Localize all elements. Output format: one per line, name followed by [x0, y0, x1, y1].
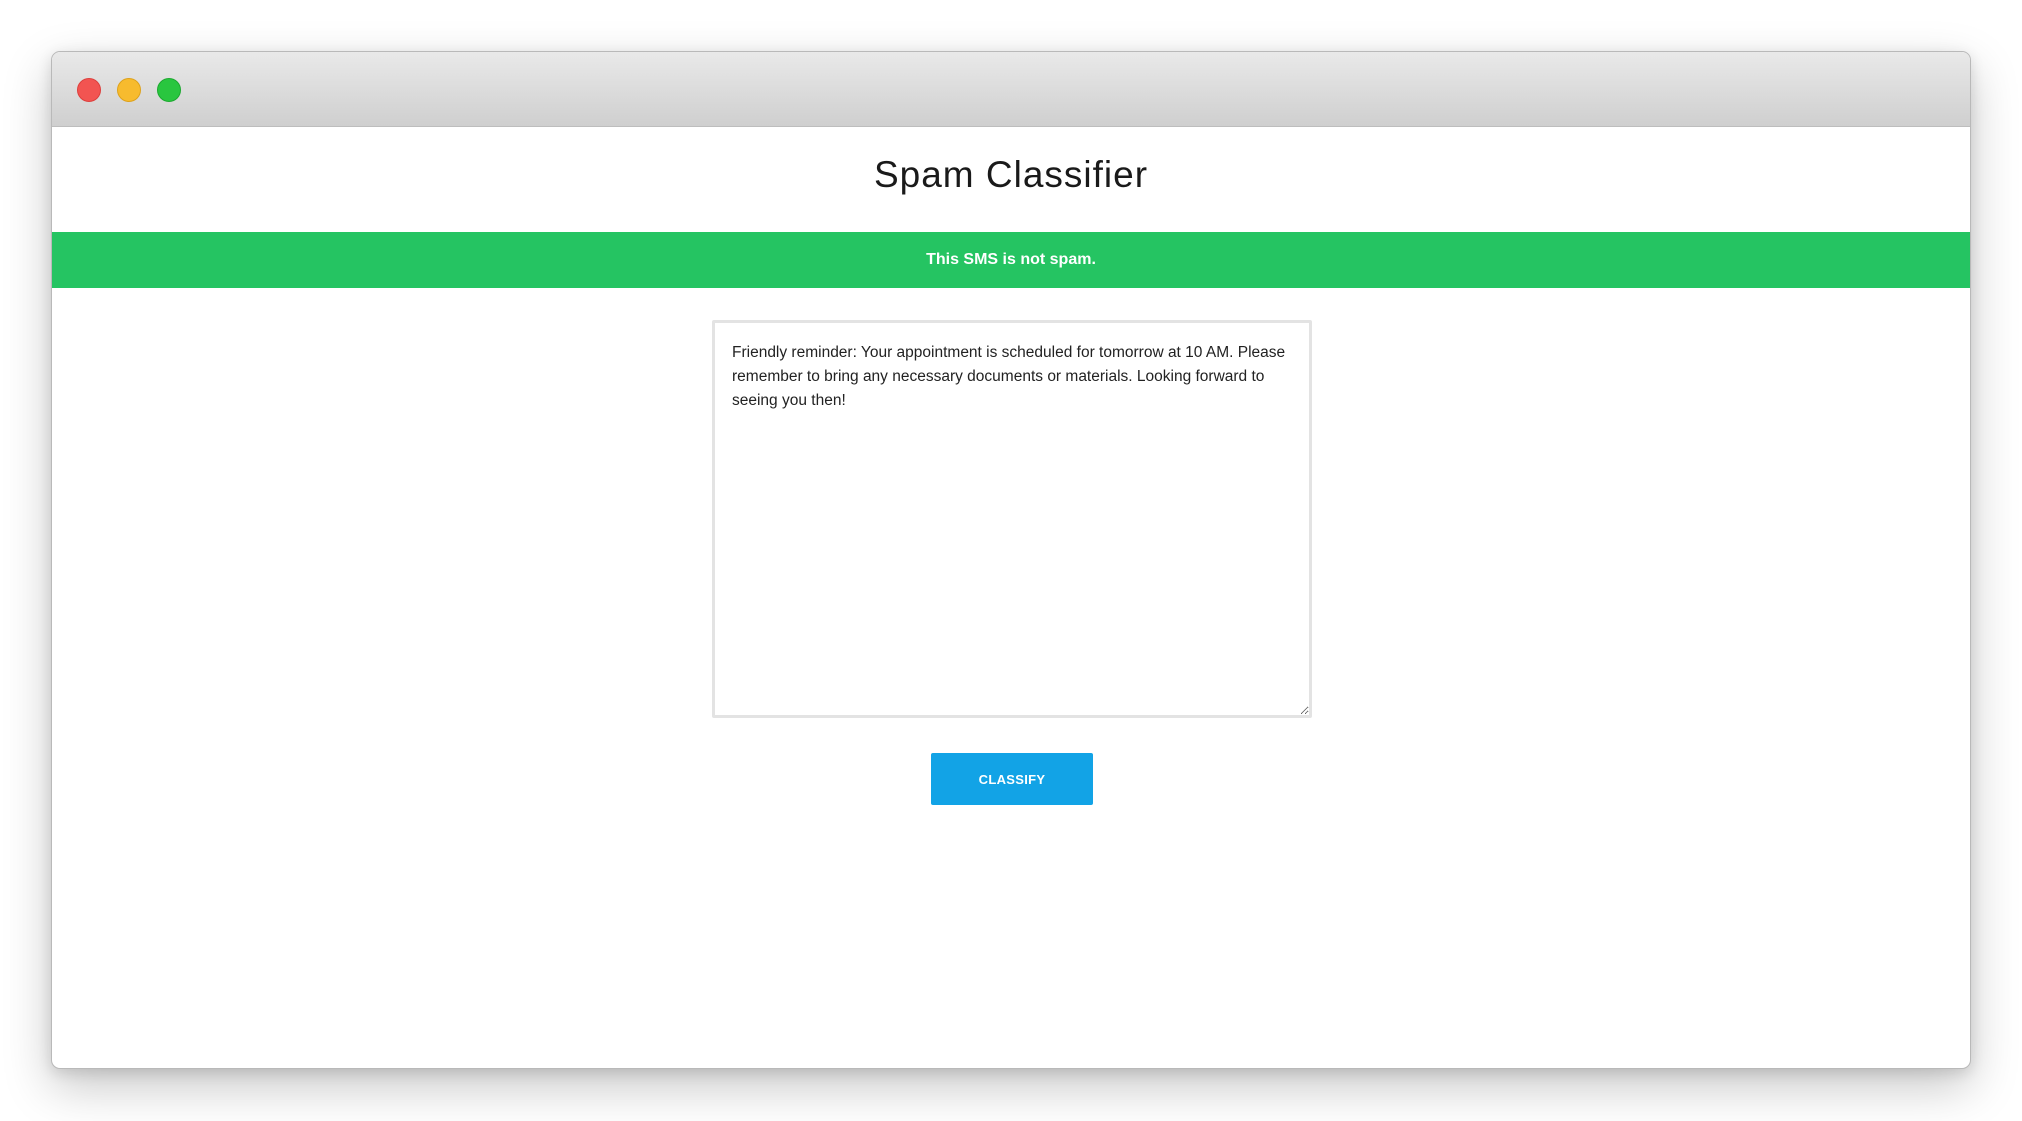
minimize-light-icon[interactable]	[117, 78, 141, 102]
window-titlebar	[52, 52, 1970, 127]
page-title: Spam Classifier	[873, 154, 1149, 195]
classify-button[interactable]: CLASSIFY	[931, 753, 1093, 805]
maximize-light-icon[interactable]	[157, 78, 181, 102]
app-window: Spam Classifier This SMS is not spam. Fr…	[51, 51, 1971, 1069]
close-light-icon[interactable]	[77, 78, 101, 102]
page-content: Spam Classifier This SMS is not spam. Fr…	[52, 127, 1970, 1068]
sms-message-input[interactable]: Friendly reminder: Your appointment is s…	[712, 320, 1312, 718]
result-banner: This SMS is not spam.	[52, 232, 1970, 288]
result-message: This SMS is not spam.	[926, 251, 1096, 268]
